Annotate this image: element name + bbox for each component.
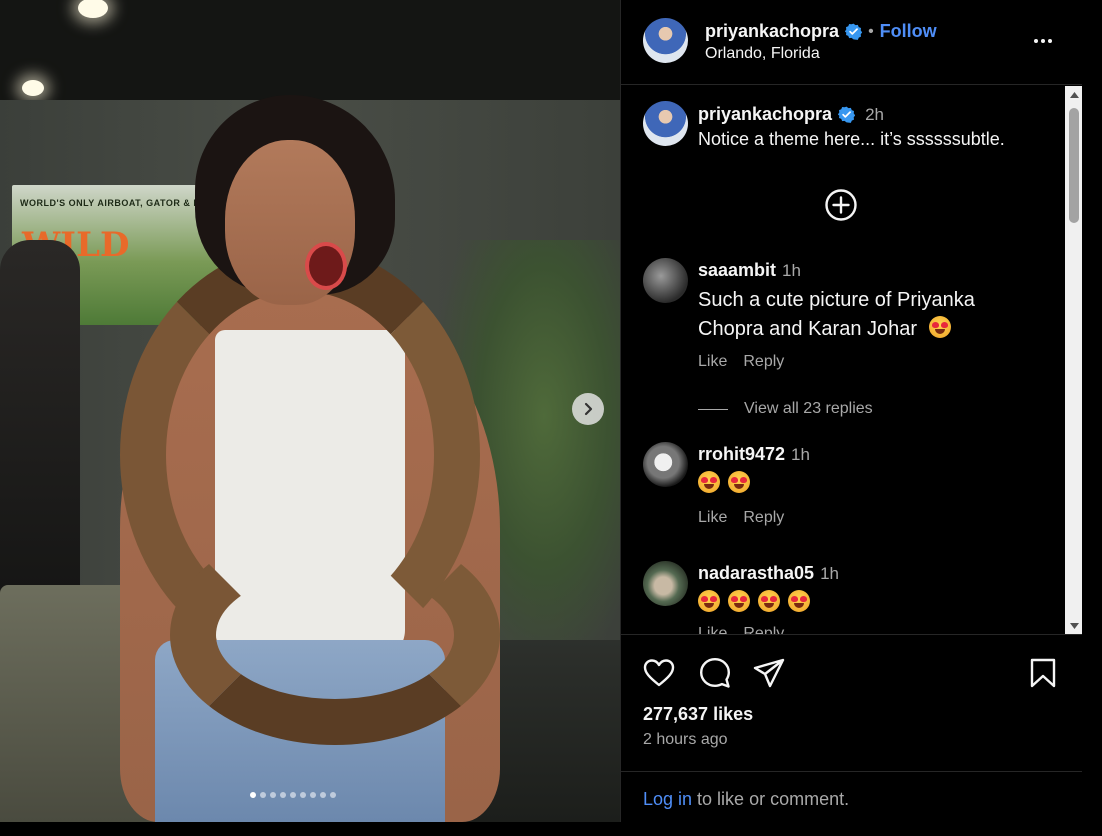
comment-time[interactable]: 1h [791,445,810,465]
caption-username[interactable]: priyankachopra [698,104,832,125]
reply-button[interactable]: Reply [743,509,784,527]
chevron-right-icon [584,402,593,416]
like-comment-button[interactable]: Like [698,353,727,371]
carousel-next-button[interactable] [572,393,604,425]
separator-bullet: • [868,22,874,40]
post-location[interactable]: Orlando, Florida [705,45,820,63]
carousel-dot[interactable] [330,792,336,798]
heart-eyes-emoji [728,590,750,612]
scroll-up-arrow-icon[interactable] [1065,86,1083,103]
carousel-dot[interactable] [310,792,316,798]
divider-line [698,408,728,410]
comment-actions: Like Reply [698,509,784,527]
comment-username[interactable]: nadarastha05 [698,563,814,584]
post-side-panel: priyankachopra • Follow Orlando, Florida… [620,0,1083,822]
caption-head: priyankachopra 2h [698,104,884,125]
commenter-avatar[interactable] [643,442,688,487]
reply-button[interactable]: Reply [743,353,784,371]
view-replies-label: View all 23 replies [744,400,873,417]
background-person [0,240,80,610]
login-rest-text: to like or comment. [692,789,850,809]
scroll-down-arrow-icon[interactable] [1065,617,1083,634]
plus-circle-icon [825,189,857,221]
scrollbar-thumb[interactable] [1069,108,1079,223]
post-photo[interactable]: WORLD'S ONLY AIRBOAT, GATOR & DRIVE WILD [0,0,620,822]
commenter-avatar[interactable] [643,561,688,606]
like-button[interactable] [641,655,677,691]
verified-badge-icon [838,106,856,123]
login-prompt: Log in to like or comment. [621,771,1083,823]
comment-head: nadarastha05 1h [698,563,839,584]
comment-time[interactable]: 1h [820,564,839,584]
banner-small-text: WORLD'S ONLY AIRBOAT, GATOR & DRIVE [20,198,224,208]
follow-button[interactable]: Follow [880,21,937,42]
comment-username[interactable]: saaambit [698,260,776,281]
comment-text [698,470,1038,499]
heart-icon [643,659,675,687]
heart-eyes-emoji [698,590,720,612]
heart-eyes-emoji [788,590,810,612]
heart-eyes-emoji [758,590,780,612]
share-icon [753,658,785,688]
carousel-dots [250,792,336,798]
carousel-dot[interactable] [250,792,256,798]
header-user-row: priyankachopra • Follow [705,21,937,42]
window-edge [0,822,1102,836]
heart-eyes-emoji [928,316,951,338]
comment-button[interactable] [697,655,733,691]
carousel-dot[interactable] [280,792,286,798]
post-header: priyankachopra • Follow Orlando, Florida [621,0,1083,85]
view-replies-button[interactable]: View all 23 replies [698,400,873,418]
post-timestamp[interactable]: 2 hours ago [643,731,728,749]
carousel-dot[interactable] [320,792,326,798]
window-edge [1082,0,1102,836]
comments-scrollbar[interactable] [1065,86,1083,634]
login-text: Log in to like or comment. [643,789,849,810]
carousel-dot[interactable] [270,792,276,798]
caption-text: Notice a theme here... it’s ssssssubtle. [698,129,1005,149]
reply-button[interactable]: Reply [743,625,784,634]
comment-head: saaambit 1h [698,260,801,281]
comment-head: rrohit9472 1h [698,444,810,465]
like-comment-button[interactable]: Like [698,509,727,527]
more-options-icon[interactable] [1025,26,1061,56]
caption-avatar[interactable] [643,101,688,146]
save-button[interactable] [1025,655,1061,691]
verified-badge-icon [845,23,863,40]
ceiling-light [22,80,44,96]
comment-text: Such a cute picture of Priyanka Chopra a… [698,286,1038,344]
like-comment-button[interactable]: Like [698,625,727,634]
comment-icon [700,658,730,688]
comment-time[interactable]: 1h [782,261,801,281]
heart-eyes-emoji [728,471,750,493]
open-mouth [305,242,347,290]
carousel-dot[interactable] [290,792,296,798]
caption-time[interactable]: 2h [865,105,884,125]
likes-count[interactable]: 277,637 likes [643,704,753,725]
carousel-dot[interactable] [300,792,306,798]
carousel-dot[interactable] [260,792,266,798]
comment-actions: Like Reply [698,353,784,371]
share-button[interactable] [751,655,787,691]
python-coil-lower [170,525,500,745]
post-footer: 277,637 likes 2 hours ago Log in to like… [621,634,1083,822]
commenter-avatar[interactable] [643,258,688,303]
comments-list: priyankachopra 2h Notice a theme here...… [621,86,1065,634]
load-more-comments-button[interactable] [824,188,858,222]
author-avatar[interactable] [643,18,688,63]
comment-actions: Like Reply [698,625,784,634]
comment-text [698,589,1038,618]
heart-eyes-emoji [698,471,720,493]
comment-username[interactable]: rrohit9472 [698,444,785,465]
bookmark-icon [1030,658,1056,688]
author-username[interactable]: priyankachopra [705,21,839,42]
login-link[interactable]: Log in [643,789,692,809]
